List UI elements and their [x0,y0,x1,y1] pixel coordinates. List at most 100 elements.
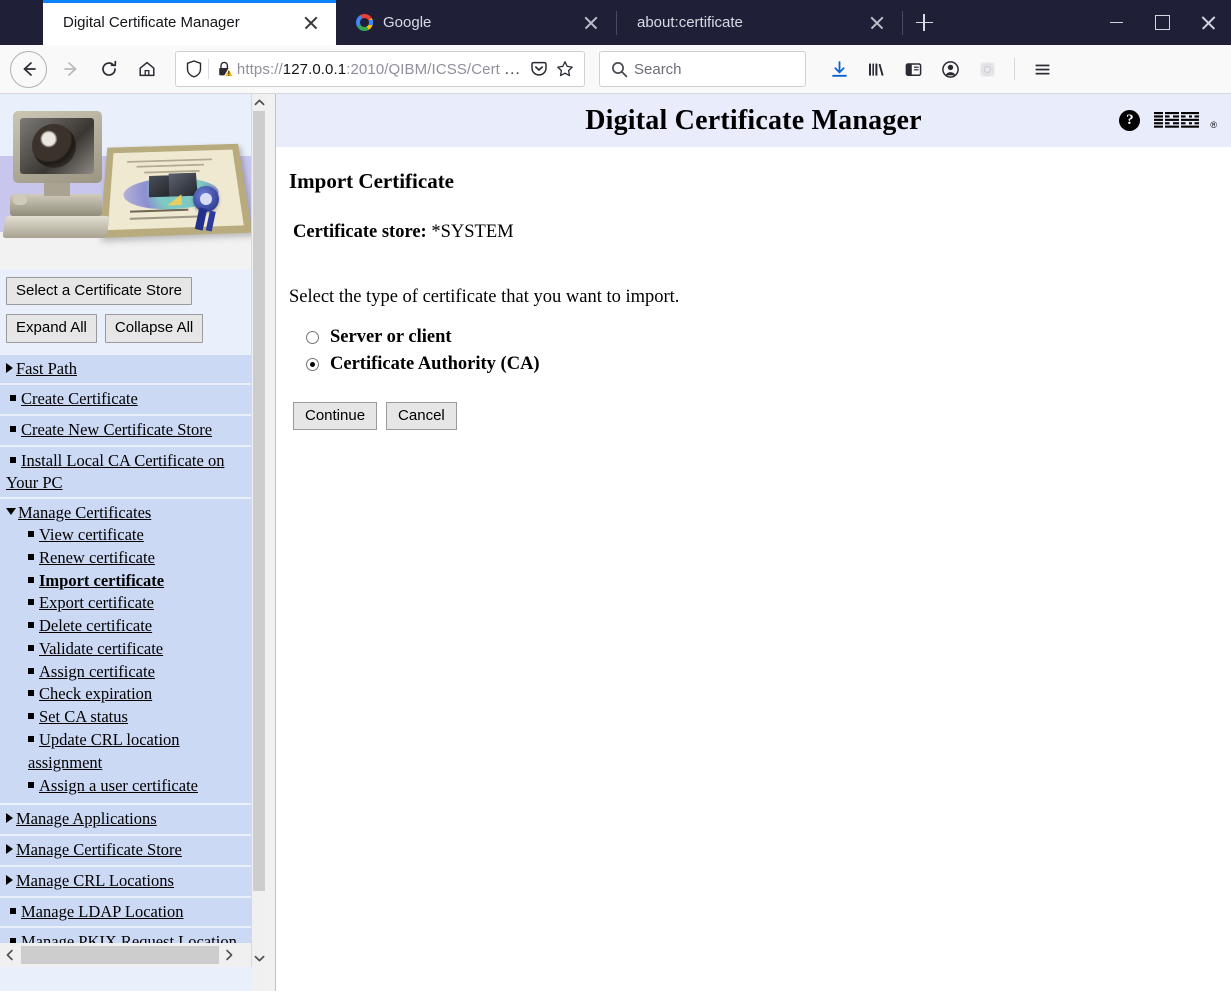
page-actions-icon[interactable]: … [500,59,526,79]
tree-link[interactable]: Manage Certificate Store [16,840,182,859]
tree-item-renew-certificate[interactable]: Renew certificate [6,547,249,570]
lock-warning-icon[interactable] [215,60,237,78]
tree-item-fast-path[interactable]: Fast Path [0,354,253,384]
chevron-right-icon [6,874,13,885]
search-input[interactable]: Search [634,61,682,78]
horizontal-scroll-thumb[interactable] [21,946,219,964]
scroll-down-arrow-icon[interactable] [252,950,266,967]
tree-link[interactable]: Manage Applications [16,809,157,828]
toolbar-divider [1014,58,1015,80]
continue-button[interactable]: Continue [293,402,378,431]
sidebar-vertical-scrollbar[interactable] [251,94,265,967]
expand-all-button[interactable]: Expand All [6,314,97,343]
account-icon[interactable] [933,51,967,87]
tree-link[interactable]: Install Local CA Certificate on Your PC [6,451,224,492]
tree-link[interactable]: Renew certificate [39,548,155,567]
tab-close-icon[interactable] [578,10,604,36]
tree-link[interactable]: Create New Certificate Store [21,420,212,439]
home-button-icon[interactable] [129,51,165,87]
tree-item-import-certificate[interactable]: Import certificate [6,570,249,593]
tree-item-validate-certificate[interactable]: Validate certificate [6,638,249,661]
tree-link[interactable]: View certificate [39,525,144,544]
toolbar-icons [822,51,1059,87]
tree-item-create-new-certificate-store[interactable]: Create New Certificate Store [0,416,253,445]
menu-icon[interactable] [1025,51,1059,87]
bullet-icon [28,690,34,697]
tree-item-check-expiration[interactable]: Check expiration [6,683,249,706]
tree-item-set-ca-status[interactable]: Set CA status [6,706,249,729]
tracking-shield-icon[interactable] [182,60,206,78]
tree-link-current[interactable]: Import certificate [39,571,164,590]
scroll-right-arrow-icon[interactable] [219,943,239,967]
sidebars-icon[interactable] [896,51,930,87]
minimize-button[interactable] [1093,0,1139,45]
tree-link[interactable]: Manage LDAP Location [21,902,184,921]
radio-button[interactable] [306,331,319,344]
radio-option-server-or-client[interactable]: Server or client [306,327,1231,348]
tree-item-update-crl-location-assignment[interactable]: Update CRL location assignment [6,729,249,775]
bullet-icon [28,599,34,606]
tree-link[interactable]: Update CRL location assignment [28,730,180,772]
tree-item-view-certificate[interactable]: View certificate [6,524,249,547]
select-certificate-store-button[interactable]: Select a Certificate Store [6,277,192,306]
extension-icon[interactable] [970,51,1004,87]
sidebar-horizontal-scrollbar[interactable] [0,943,253,967]
tree-item-create-certificate[interactable]: Create Certificate [0,385,253,415]
chevron-right-icon [6,844,13,855]
page-viewport: Select a Certificate Store Expand All Co… [0,94,1231,991]
help-icon[interactable]: ? [1119,110,1141,131]
tab-close-icon[interactable] [298,10,324,36]
radio-button-selected[interactable] [306,358,319,371]
reload-button-icon[interactable] [91,51,127,87]
tab-about-certificate[interactable]: about:certificate [617,0,902,45]
tree-link[interactable]: Set CA status [39,707,128,726]
certificate-illustration [0,94,253,269]
tree-link[interactable]: Create Certificate [21,389,138,408]
tree-link[interactable]: Manage CRL Locations [16,871,174,890]
star-icon[interactable] [552,60,578,78]
tree-item-delete-certificate[interactable]: Delete certificate [6,615,249,638]
tree-item-export-certificate[interactable]: Export certificate [6,592,249,615]
library-icon[interactable] [859,51,893,87]
certificate-type-radio-group: Server or client Certificate Authority (… [306,327,1231,375]
maximize-button[interactable] [1139,0,1185,45]
cancel-button[interactable]: Cancel [386,402,457,431]
bullet-icon [10,456,16,463]
tree-item-assign-certificate[interactable]: Assign certificate [6,661,249,684]
bullet-icon [28,622,34,629]
tab-close-icon[interactable] [864,10,890,36]
navigation-tree: Fast Path Create Certificate Create New … [0,354,253,967]
tree-item-install-local-ca-certificate[interactable]: Install Local CA Certificate on Your PC [0,446,253,498]
tree-link[interactable]: Delete certificate [39,616,152,635]
url-bar[interactable]: https://127.0.0.1:2010/QIBM/ICSS/Cert/Ad… [175,51,585,87]
downloads-icon[interactable] [822,51,856,87]
forward-button-icon[interactable] [53,51,89,87]
close-window-button[interactable] [1185,0,1231,45]
collapse-all-button[interactable]: Collapse All [104,314,204,343]
expand-collapse-row: Expand All Collapse All [0,305,253,354]
radio-option-certificate-authority[interactable]: Certificate Authority (CA) [306,354,1231,375]
tree-item-manage-ldap-location[interactable]: Manage LDAP Location [0,897,253,927]
tree-item-manage-certificates[interactable]: Manage Certificates [6,502,249,524]
tree-link[interactable]: Check expiration [39,684,152,703]
tree-item-assign-a-user-certificate[interactable]: Assign a user certificate [6,775,249,798]
scrollbar-corner [251,967,265,991]
tree-link[interactable]: Export certificate [39,593,154,612]
tree-link[interactable]: Fast Path [16,359,77,378]
pocket-icon[interactable] [526,60,552,78]
tree-link[interactable]: Assign certificate [39,662,155,681]
vertical-scroll-thumb[interactable] [253,111,265,891]
tree-item-manage-applications[interactable]: Manage Applications [0,805,253,835]
new-tab-button[interactable] [903,0,945,45]
tree-item-manage-certificate-store[interactable]: Manage Certificate Store [0,836,253,865]
tree-link[interactable]: Validate certificate [39,639,163,658]
tab-digital-certificate-manager[interactable]: Digital Certificate Manager [43,0,336,45]
search-bar[interactable]: Search [599,51,806,87]
tab-google[interactable]: Google [336,0,616,45]
tree-link[interactable]: Assign a user certificate [39,776,198,795]
scroll-left-arrow-icon[interactable] [0,943,20,967]
scroll-up-arrow-icon[interactable] [252,94,266,111]
back-button-icon[interactable] [10,50,47,88]
tree-link[interactable]: Manage Certificates [18,503,151,522]
tree-item-manage-crl-locations[interactable]: Manage CRL Locations [0,866,253,896]
